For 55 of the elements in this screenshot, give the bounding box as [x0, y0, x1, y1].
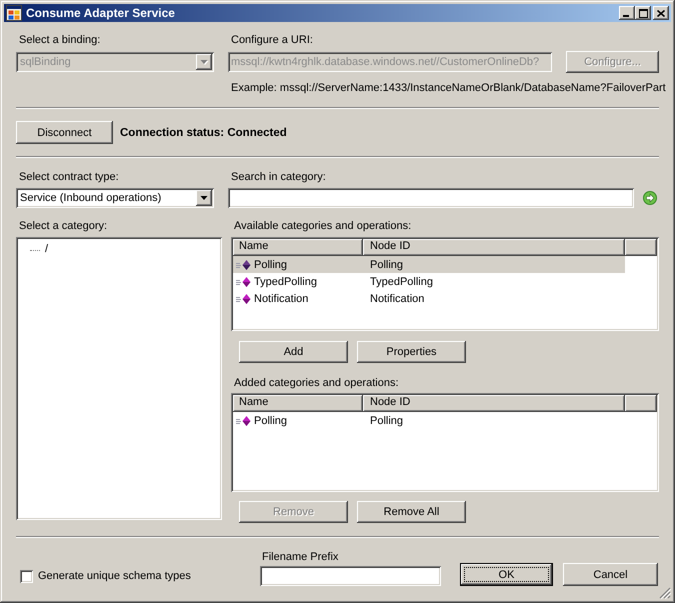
field-label: Select a binding:: [18, 34, 102, 47]
example-text: Example: mssql://ServerName:1433/InstanceNameOrBlank/DatabaseName?FailoverPart: [230, 82, 666, 95]
header-filler: [625, 239, 657, 256]
resize-grip-icon[interactable]: [659, 587, 671, 599]
checkbox-label[interactable]: Generate unique schema types: [38, 570, 191, 583]
filename-prefix-field[interactable]: [260, 566, 441, 586]
search-field[interactable]: [228, 188, 634, 208]
maximize-button[interactable]: [635, 6, 651, 20]
list-row[interactable]: Notification Notification: [233, 290, 625, 307]
disconnect-button[interactable]: Disconnect: [16, 121, 113, 144]
table-cell-text: TypedPolling: [254, 276, 318, 288]
field-label: Added categories and operations:: [233, 377, 400, 390]
checkbox[interactable]: [20, 570, 33, 583]
close-icon: [657, 10, 665, 16]
field-label: Select contract type:: [18, 171, 120, 184]
go-arrow-icon[interactable]: [643, 191, 657, 205]
diamond-icon: [236, 414, 251, 426]
list-button[interactable]: Properties: [357, 341, 466, 363]
field-label: Search in category:: [230, 171, 327, 184]
contract-type-dropdown[interactable]: Service (Inbound operations): [16, 188, 214, 208]
app-icon: [6, 5, 22, 21]
tree-connector-icon: [30, 250, 40, 251]
maximize-icon: [638, 8, 648, 18]
field-label: Filename Prefix: [261, 551, 340, 564]
field-label: Select a category:: [18, 220, 108, 233]
cancel-button[interactable]: Cancel: [563, 563, 658, 586]
table-cell: Polling: [370, 414, 404, 426]
diamond-icon: [236, 276, 251, 288]
table-cell-text: Polling: [254, 258, 288, 270]
minimize-button[interactable]: [619, 6, 635, 20]
table-cell-text: Polling: [254, 414, 288, 426]
column-header[interactable]: Node ID: [363, 395, 625, 412]
list-button[interactable]: Remove All: [357, 501, 466, 523]
column-header[interactable]: Node ID: [363, 239, 625, 256]
ok-button[interactable]: OK: [460, 563, 553, 586]
diamond-icon: [236, 258, 251, 270]
close-button[interactable]: [653, 6, 669, 20]
window-title: Consume Adapter Service: [26, 5, 176, 21]
connection-status: Connection status: Connected: [120, 126, 287, 138]
tree-item[interactable]: /: [44, 242, 50, 256]
table-cell: TypedPolling: [370, 276, 433, 288]
dropdown-arrow-icon[interactable]: [196, 190, 212, 206]
table-cell-text: Notification: [254, 292, 310, 304]
header-filler: [625, 395, 657, 412]
list-row[interactable]: Polling Polling: [233, 256, 625, 273]
field-label: Configure a URI:: [230, 34, 314, 47]
list-row[interactable]: Polling Polling: [233, 412, 625, 429]
list-button[interactable]: Add: [239, 341, 348, 363]
column-header[interactable]: Name: [233, 395, 363, 412]
list-row[interactable]: TypedPolling TypedPolling: [233, 273, 625, 290]
table-cell: Polling: [370, 258, 404, 270]
column-header[interactable]: Name: [233, 239, 363, 256]
field-label: Available categories and operations:: [233, 220, 412, 233]
table-cell: Notification: [370, 292, 424, 304]
diamond-icon: [236, 292, 251, 304]
